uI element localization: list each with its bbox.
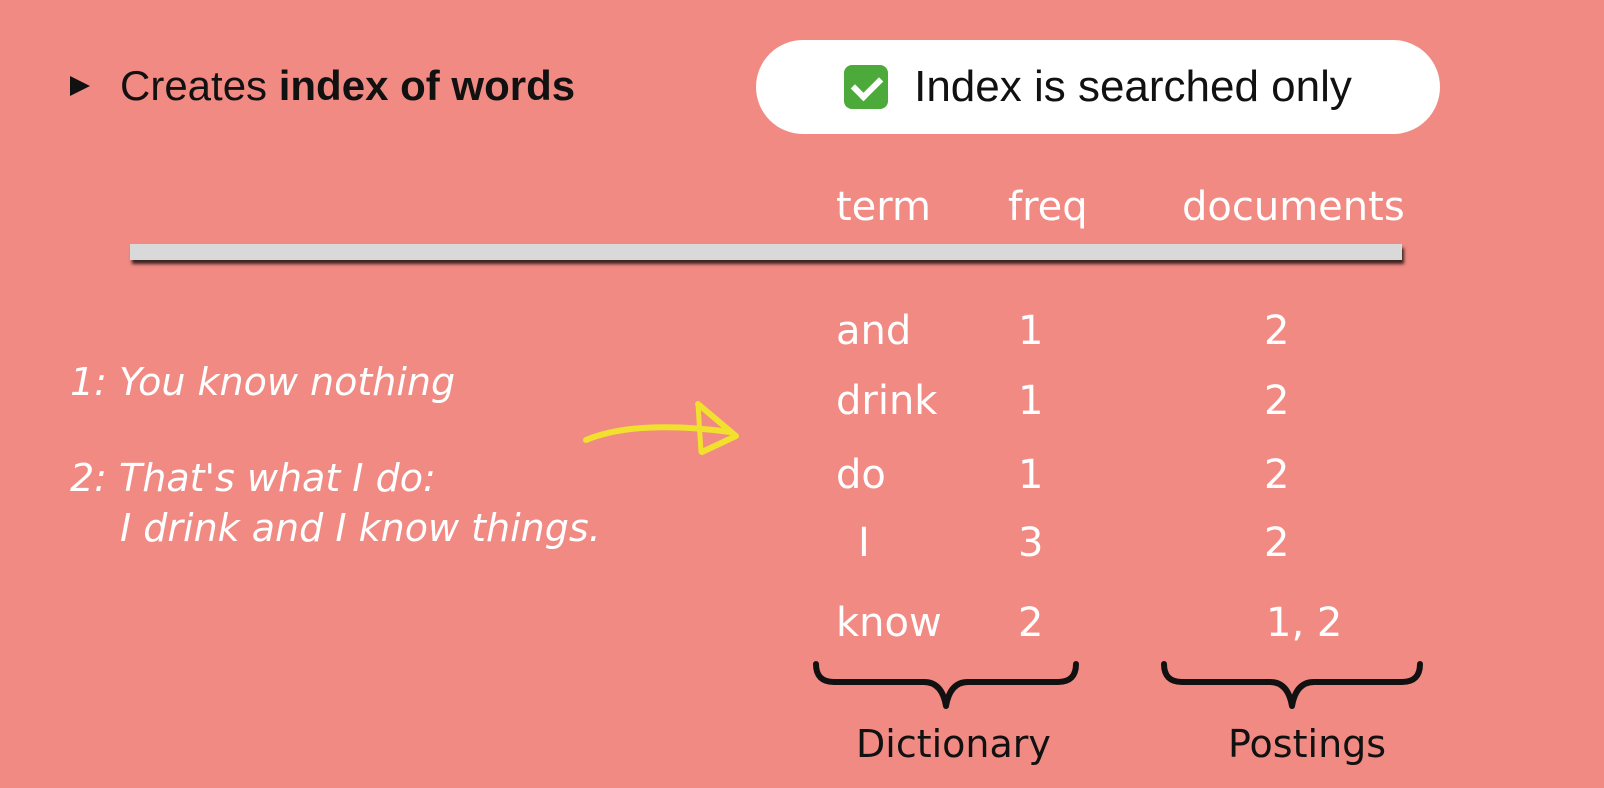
term-cell: know: [836, 600, 942, 646]
freq-cell: 1: [1018, 308, 1044, 354]
document-2-line-2: I drink and I know things.: [120, 506, 601, 550]
divider-bar: [130, 244, 1402, 260]
bullet-text: Creates index of words: [120, 62, 576, 109]
documents-cell: 2: [1264, 308, 1290, 354]
documents-cell: 2: [1264, 378, 1290, 424]
freq-cell: 1: [1018, 378, 1044, 424]
arrow-icon: [583, 401, 739, 455]
document-2-line-1: 2: That's what I do:: [70, 456, 436, 500]
bullet-point: Creates index of words: [70, 58, 575, 114]
postings-label: Postings: [1228, 722, 1387, 766]
documents-cell: 1, 2: [1266, 600, 1343, 646]
callout-text: Index is searched only: [914, 62, 1352, 111]
documents-cell: 2: [1264, 520, 1290, 566]
postings-brace-icon: [1161, 661, 1423, 709]
dictionary-label: Dictionary: [856, 722, 1051, 766]
document-1: 1: You know nothing: [70, 360, 456, 404]
checkmark-icon: [844, 65, 889, 109]
documents-cell: 2: [1264, 452, 1290, 498]
term-cell: drink: [836, 378, 938, 424]
freq-cell: 2: [1018, 600, 1044, 646]
freq-cell: 1: [1018, 452, 1044, 498]
term-cell: I: [858, 520, 870, 566]
header-freq: freq: [1008, 184, 1088, 230]
bullet-triangle-icon: [70, 76, 90, 96]
callout-pill: Index is searched only: [756, 40, 1440, 134]
term-cell: do: [836, 452, 886, 498]
header-documents: documents: [1182, 184, 1405, 230]
term-cell: and: [836, 308, 912, 354]
dictionary-brace-icon: [813, 661, 1079, 709]
bullet-text-bold: index of words: [278, 62, 576, 109]
freq-cell: 3: [1018, 520, 1044, 566]
header-term: term: [836, 184, 931, 230]
